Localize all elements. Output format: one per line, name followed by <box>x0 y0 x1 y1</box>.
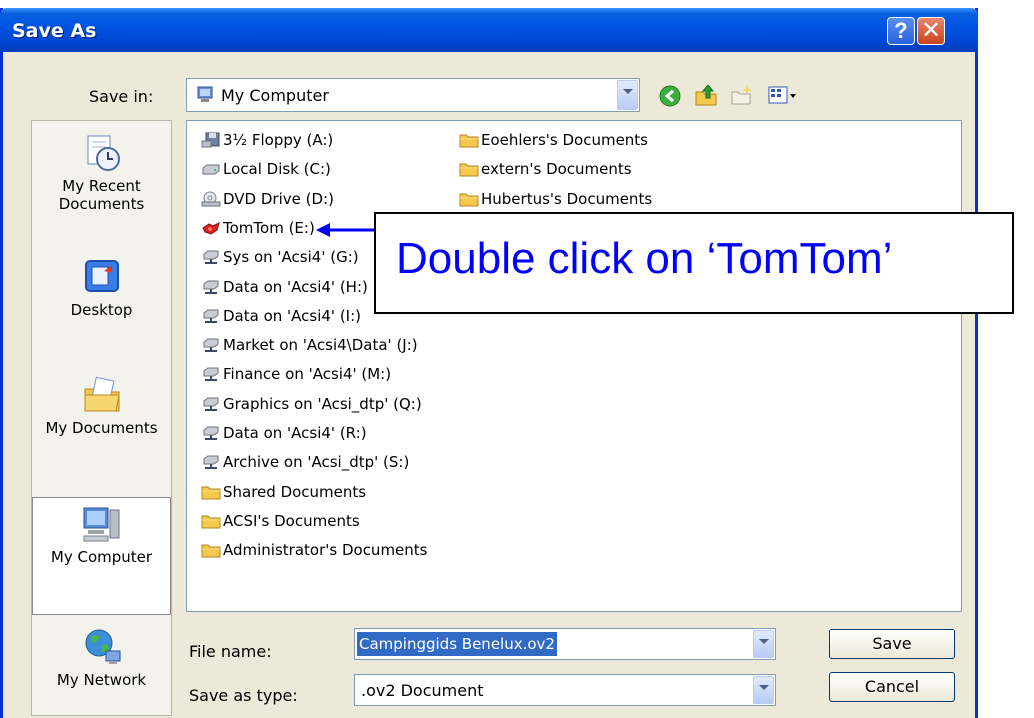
annotation-arrow <box>316 223 374 237</box>
annotation-text: Double click on ‘TomTom’ <box>396 234 893 283</box>
annotation-callout: Double click on ‘TomTom’ <box>374 212 1014 314</box>
